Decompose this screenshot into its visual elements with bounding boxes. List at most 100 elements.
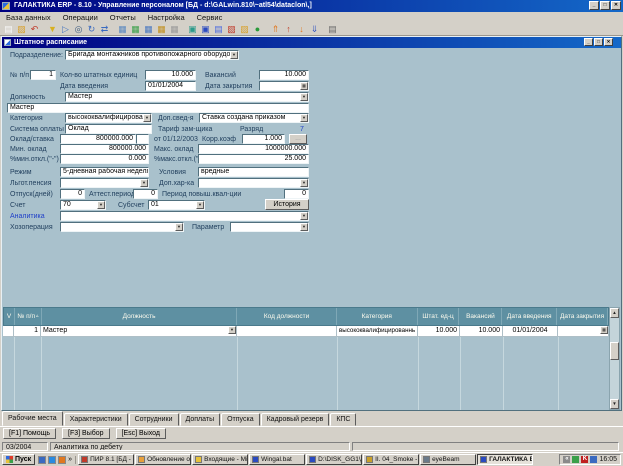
maximize-button[interactable]: □: [600, 1, 610, 10]
column-header-kod[interactable]: Код должности: [237, 308, 337, 325]
rezhim-field[interactable]: 5-дневная рабочая неделя: [60, 167, 149, 177]
column-header-vved[interactable]: Дата введения: [502, 308, 557, 325]
globe-icon[interactable]: ●: [251, 23, 264, 35]
tab-7[interactable]: КПС: [330, 413, 356, 426]
grid-edit-icon[interactable]: ▦: [116, 23, 129, 35]
usloviya-field[interactable]: вредные: [198, 167, 309, 177]
korr-koef-button[interactable]: ...: [289, 134, 307, 144]
scroll-down-icon[interactable]: ▼: [610, 399, 619, 409]
start-button[interactable]: Пуск: [2, 454, 35, 465]
taskbar-task-1[interactable]: ПИР 8.1 [БД - PL...: [78, 454, 134, 465]
quicklaunch-overflow-icon[interactable]: »: [68, 456, 72, 463]
taskbar-task-2[interactable]: Обновление окс...: [135, 454, 191, 465]
schet-field[interactable]: 70 ▼: [60, 200, 106, 210]
sistema-oplaty-field[interactable]: Оклад: [65, 124, 152, 134]
mail-icon[interactable]: ▧: [225, 23, 238, 35]
dropdown-arrow-icon[interactable]: ▼: [300, 179, 308, 187]
otpusk-field[interactable]: 0: [60, 189, 85, 199]
taskbar-task-4[interactable]: Wingal.bat: [249, 454, 305, 465]
tab-5[interactable]: Отпуска: [221, 413, 259, 426]
kategoria-field[interactable]: высококвалифицированные р ▼: [65, 113, 152, 123]
cell-dolzhnost[interactable]: Мастер▼: [41, 326, 237, 337]
oklad-stavka-field[interactable]: 800000.000: [60, 134, 136, 144]
dropdown-arrow-icon[interactable]: ▼: [140, 179, 148, 187]
oklad-stavka-extra-field[interactable]: [136, 134, 149, 144]
refresh-icon[interactable]: ↻: [85, 23, 98, 35]
taskbar-task-5[interactable]: D:\DISK_GG1\Д...: [306, 454, 362, 465]
dop-harka-field[interactable]: ▼: [198, 178, 309, 188]
korr-koef-field[interactable]: 1.000: [242, 134, 285, 144]
tab-6[interactable]: Кадровый резерв: [261, 413, 330, 426]
dropdown-arrow-icon[interactable]: ▼: [196, 201, 204, 209]
dropdown-arrow-icon[interactable]: ▼: [300, 223, 308, 231]
tab-3[interactable]: Сотрудники: [129, 413, 179, 426]
dropdown-arrow-icon[interactable]: ▼: [143, 114, 151, 122]
swap-icon[interactable]: ⇄: [98, 23, 111, 35]
close-button[interactable]: ✕: [611, 1, 621, 10]
new-doc-icon[interactable]: ▤: [2, 23, 15, 35]
menu-item-1[interactable]: База данных: [0, 12, 57, 23]
cell-npp[interactable]: 1: [14, 326, 41, 337]
dropdown-arrow-icon[interactable]: ▼: [300, 93, 308, 101]
cell-kategoria[interactable]: высококвалифицированнь: [337, 326, 418, 337]
taskbar-task-8[interactable]: ГАЛАКТИКА ER...: [477, 454, 533, 465]
hozoperatsiya-field[interactable]: ▼: [60, 222, 184, 232]
analitika-field[interactable]: ▼: [60, 211, 309, 221]
fkey-button-3[interactable]: [Esc] Выход: [116, 428, 166, 439]
min-otkl-field[interactable]: 0.000: [60, 154, 149, 164]
grid-calc-icon[interactable]: ▦: [155, 23, 168, 35]
column-header-zakr[interactable]: Дата закрытия: [557, 308, 608, 325]
column-header-vakansiy[interactable]: Вакансий: [459, 308, 502, 325]
fkey-button-1[interactable]: [F1] Помощь: [3, 428, 56, 439]
calendar-icon[interactable]: ▦: [300, 82, 308, 90]
dropdown-arrow-icon[interactable]: ▼: [300, 212, 308, 220]
min-oklad-field[interactable]: 800000.000: [60, 144, 149, 154]
subschet-field[interactable]: 01 ▼: [148, 200, 205, 210]
tab-1[interactable]: Рабочие места: [2, 411, 63, 426]
data-zakrytiya-field[interactable]: ▦: [259, 81, 309, 91]
last-record-icon[interactable]: ⇓: [308, 23, 321, 35]
taskbar-task-3[interactable]: Входящие - Micr...: [192, 454, 248, 465]
menu-item-4[interactable]: Настройка: [142, 12, 191, 23]
fkey-button-2[interactable]: [F3] Выбор: [62, 428, 110, 439]
table-row[interactable]: 1Мастер▼высококвалифицированнь10.00010.0…: [3, 326, 609, 337]
dop-sved-field[interactable]: Ставка создана приказом ▼: [199, 113, 309, 123]
dolzhnost-full-field[interactable]: Мастер: [7, 103, 309, 113]
tab-4[interactable]: Доплаты: [180, 413, 221, 426]
lgot-pensiya-field[interactable]: ▼: [60, 178, 149, 188]
filter-icon[interactable]: ▼: [46, 23, 59, 35]
image-icon[interactable]: ▣: [186, 23, 199, 35]
parametr-field[interactable]: ▼: [230, 222, 309, 232]
menu-item-3[interactable]: Отчеты: [104, 12, 142, 23]
prev-record-icon[interactable]: ↑: [282, 23, 295, 35]
menu-item-5[interactable]: Сервис: [191, 12, 229, 23]
column-header-kategoria[interactable]: Категория: [337, 308, 418, 325]
table-scrollbar[interactable]: ▲ ▼: [609, 307, 620, 410]
grid-view-icon[interactable]: ▦: [142, 23, 155, 35]
podrazdelenie-field[interactable]: Бригада монтажников противопожарного обо…: [65, 50, 239, 60]
istoriya-button[interactable]: История: [265, 199, 309, 210]
first-record-icon[interactable]: ⇑: [269, 23, 282, 35]
dropdown-arrow-icon[interactable]: ▼: [300, 114, 308, 122]
minimize-button[interactable]: _: [589, 1, 599, 10]
show-desktop-icon[interactable]: [38, 456, 46, 464]
kaspersky-icon[interactable]: K: [581, 456, 588, 463]
cell-kod[interactable]: [237, 326, 337, 337]
cell-vved[interactable]: 01/01/2004: [503, 326, 558, 337]
dropdown-arrow-icon[interactable]: ▼: [228, 326, 236, 334]
open-folder-icon[interactable]: ▨: [15, 23, 28, 35]
data-vvedeniya-field[interactable]: 01/01/2004: [145, 81, 196, 91]
internet-explorer-icon[interactable]: [48, 456, 56, 464]
maks-otkl-field[interactable]: 25.000: [198, 154, 309, 164]
column-header-shtat[interactable]: Штат. ед-ц: [418, 308, 460, 325]
cell-zakr[interactable]: ▦: [558, 326, 609, 337]
dropdown-arrow-icon[interactable]: ▼: [230, 51, 238, 59]
dropdown-arrow-icon[interactable]: ▼: [97, 201, 105, 209]
antivirus-icon[interactable]: [572, 456, 579, 463]
grid-add-icon[interactable]: ▦: [129, 23, 142, 35]
tab-2[interactable]: Характеристики: [64, 413, 128, 426]
scroll-up-icon[interactable]: ▲: [610, 308, 619, 318]
maks-oklad-field[interactable]: 1000000.000: [198, 144, 309, 154]
npp-field[interactable]: 1: [30, 70, 56, 80]
column-header-sel[interactable]: V: [4, 308, 15, 325]
